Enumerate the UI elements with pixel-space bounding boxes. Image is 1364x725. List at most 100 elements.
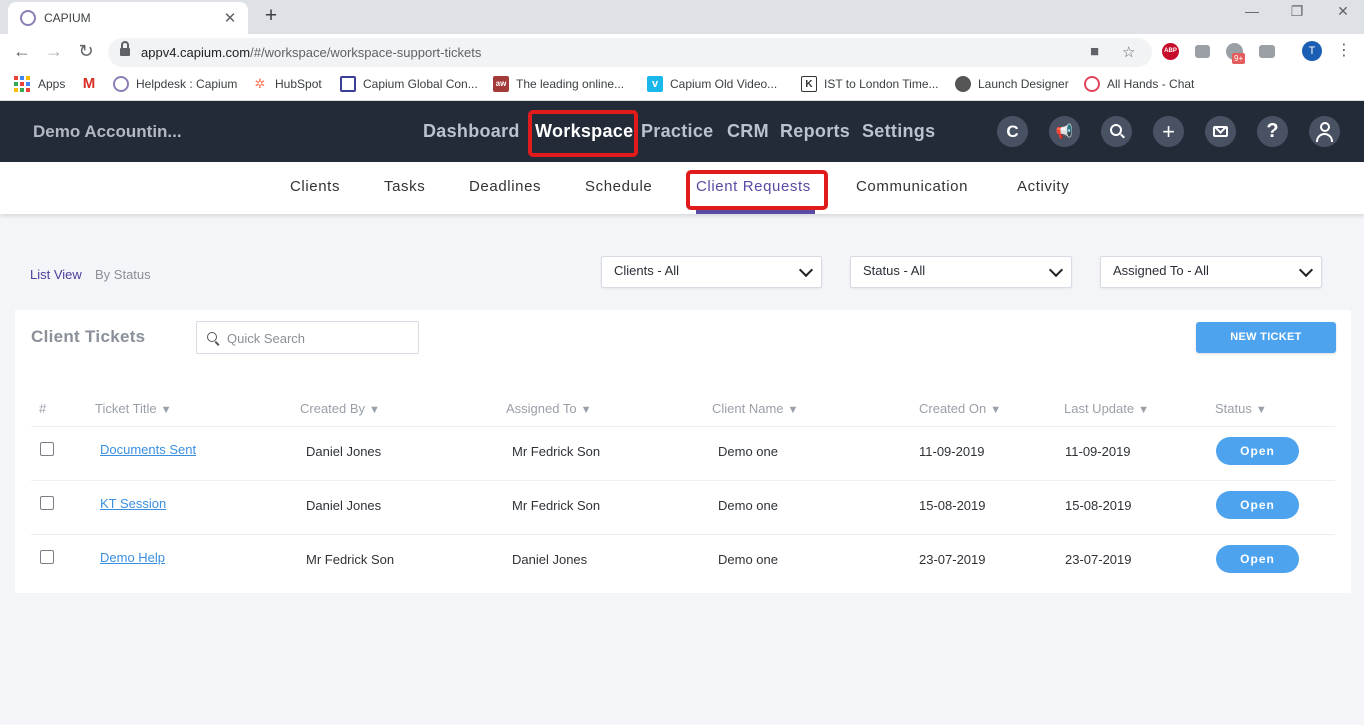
status-filter-dropdown[interactable]: Status - All — [850, 256, 1072, 288]
client-name-cell: Demo one — [718, 552, 778, 567]
tab-title: CAPIUM — [44, 11, 91, 25]
browser-tab[interactable]: CAPIUM ✕ — [8, 2, 248, 34]
row-checkbox[interactable] — [40, 550, 54, 564]
address-bar[interactable]: appv4.capium.com/#/workspace/workspace-s… — [108, 38, 1152, 67]
bookmark-helpdesk[interactable]: Helpdesk : Capium — [113, 76, 237, 92]
bookmark-leading-online[interactable]: aw The leading online... — [493, 76, 624, 92]
status-badge[interactable]: Open — [1216, 491, 1299, 519]
nav-reports[interactable]: Reports — [780, 121, 850, 142]
by-status-toggle[interactable]: By Status — [95, 267, 151, 282]
nav-dashboard[interactable]: Dashboard — [423, 121, 520, 142]
bookmark-capium-old-video[interactable]: v Capium Old Video... — [647, 76, 777, 92]
plus-icon[interactable]: + — [1153, 116, 1184, 147]
nav-crm[interactable]: CRM — [727, 121, 769, 142]
browser-menu-icon[interactable]: ⋮ — [1336, 40, 1352, 60]
assigned-filter-dropdown[interactable]: Assigned To - All — [1100, 256, 1322, 288]
ticket-title-link[interactable]: KT Session — [100, 496, 166, 511]
new-tab-icon[interactable]: + — [258, 4, 284, 28]
sort-arrow-icon: ▼ — [369, 404, 380, 416]
reload-icon[interactable]: ↻ — [74, 40, 98, 62]
search-icon[interactable] — [1101, 116, 1132, 147]
ticket-title-link[interactable]: Documents Sent — [100, 442, 196, 457]
col-header-created-by[interactable]: Created By ▼ — [300, 401, 380, 416]
quick-search[interactable] — [196, 321, 419, 354]
chevron-down-icon — [1048, 262, 1064, 278]
bookmark-launch-designer[interactable]: Launch Designer — [955, 76, 1069, 92]
client-tickets-card: Client Tickets NEW TICKET # Ticket Title… — [15, 310, 1351, 593]
bookmark-ist-london[interactable]: K IST to London Time... — [801, 76, 939, 92]
accountingweb-icon: aw — [493, 76, 509, 92]
tab-activity[interactable]: Activity — [1017, 178, 1069, 195]
megaphone-icon[interactable]: 📢 — [1049, 116, 1080, 147]
sort-arrow-icon: ▼ — [580, 404, 592, 416]
tab-deadlines[interactable]: Deadlines — [469, 178, 541, 195]
nav-settings[interactable]: Settings — [862, 121, 935, 142]
table-row: Demo Help Mr Fedrick Son Daniel Jones De… — [31, 534, 1335, 588]
help-icon[interactable]: ? — [1257, 116, 1288, 147]
org-name[interactable]: Demo Accountin... — [33, 122, 182, 142]
gmail-icon: M — [82, 75, 96, 92]
clients-filter-dropdown[interactable]: Clients - All — [601, 256, 822, 288]
profile-avatar[interactable]: T — [1302, 41, 1322, 61]
globe-icon — [955, 76, 971, 92]
bookmark-apps[interactable]: Apps — [14, 76, 65, 92]
sort-arrow-icon: ▼ — [1255, 404, 1267, 416]
minimize-icon[interactable]: — — [1237, 3, 1267, 19]
capium-global-icon — [340, 76, 356, 92]
status-badge[interactable]: Open — [1216, 437, 1299, 465]
url-text: appv4.capium.com/#/workspace/workspace-s… — [141, 45, 482, 60]
app-header: Demo Accountin... Dashboard Workspace Pr… — [0, 101, 1364, 162]
tab-tasks[interactable]: Tasks — [384, 178, 425, 195]
bookmark-all-hands[interactable]: All Hands - Chat — [1084, 76, 1194, 92]
user-icon[interactable] — [1309, 116, 1340, 147]
capium-logo-icon[interactable]: C — [997, 116, 1028, 147]
created-by-cell: Daniel Jones — [306, 498, 382, 513]
browser-tabstrip: CAPIUM ✕ + — ❐ ✕ — [0, 0, 1364, 34]
row-checkbox[interactable] — [40, 442, 54, 456]
nav-practice[interactable]: Practice — [641, 121, 713, 142]
hubspot-icon: ✲ — [254, 76, 266, 91]
bookmark-star-icon[interactable]: ☆ — [1122, 43, 1135, 61]
col-header-status[interactable]: Status ▼ — [1215, 401, 1267, 416]
status-badge[interactable]: Open — [1216, 545, 1299, 573]
ticket-title-link[interactable]: Demo Help — [100, 550, 165, 565]
window-close-icon[interactable]: ✕ — [1328, 3, 1358, 20]
screenshot-icon[interactable] — [1259, 45, 1275, 58]
last-update-cell: 11-09-2019 — [1065, 444, 1131, 459]
camera-blocked-icon[interactable]: ■ — [1090, 43, 1099, 60]
col-header-client-name[interactable]: Client Name ▼ — [712, 401, 798, 416]
extension-icon[interactable] — [1195, 45, 1210, 58]
forward-icon[interactable]: → — [42, 40, 66, 62]
created-on-cell: 11-09-2019 — [919, 444, 985, 459]
col-header-last-update[interactable]: Last Update ▼ — [1064, 401, 1149, 416]
chevron-down-icon — [798, 262, 814, 278]
table-row: Documents Sent Daniel Jones Mr Fedrick S… — [31, 426, 1335, 480]
quick-search-input[interactable] — [227, 328, 412, 348]
search-icon — [207, 332, 217, 342]
tab-schedule[interactable]: Schedule — [585, 178, 652, 195]
table-row: KT Session Daniel Jones Mr Fedrick Son D… — [31, 480, 1335, 534]
workspace-highlight-box — [528, 110, 638, 157]
capium-icon — [113, 76, 129, 92]
col-header-created-on[interactable]: Created On ▼ — [919, 401, 1001, 416]
chevron-down-icon — [1298, 262, 1314, 278]
bookmark-hubspot[interactable]: ✲ HubSpot — [252, 76, 322, 92]
tab-communication[interactable]: Communication — [856, 178, 968, 195]
tab-clients[interactable]: Clients — [290, 178, 340, 195]
time-converter-icon: K — [801, 76, 817, 92]
adblock-icon[interactable]: ABP — [1162, 43, 1179, 60]
bookmark-gmail[interactable]: M — [81, 76, 97, 92]
col-header-ticket-title[interactable]: Ticket Title ▼ — [95, 401, 172, 416]
mail-icon[interactable] — [1205, 116, 1236, 147]
back-icon[interactable]: ← — [10, 40, 34, 62]
close-icon[interactable]: ✕ — [222, 9, 238, 27]
bookmark-capium-global[interactable]: Capium Global Con... — [340, 76, 478, 92]
restore-icon[interactable]: ❐ — [1282, 3, 1312, 20]
created-by-cell: Daniel Jones — [306, 444, 382, 459]
col-header-number: # — [39, 401, 47, 416]
col-header-assigned-to[interactable]: Assigned To ▼ — [506, 401, 591, 416]
new-ticket-button[interactable]: NEW TICKET — [1196, 322, 1336, 353]
list-view-toggle[interactable]: List View — [30, 267, 82, 282]
client-requests-highlight-box — [686, 170, 828, 210]
row-checkbox[interactable] — [40, 496, 54, 510]
